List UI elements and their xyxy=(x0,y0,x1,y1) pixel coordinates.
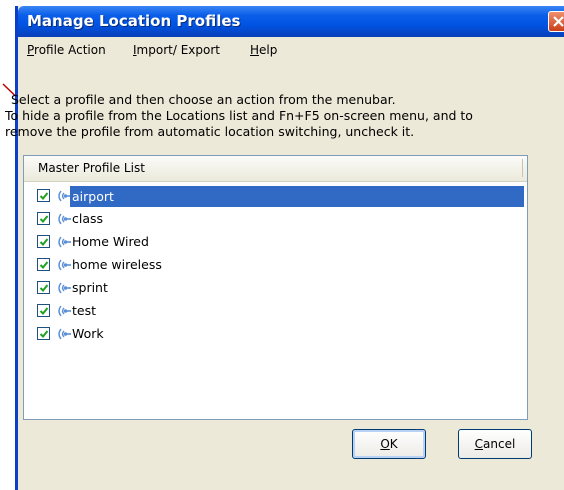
menu-mnemonic: P xyxy=(27,43,35,57)
close-icon xyxy=(553,16,564,27)
profile-row[interactable]: test xyxy=(29,300,524,323)
list-header-label: Master Profile List xyxy=(38,161,145,175)
instruction-line-3: remove the profile from automatic locati… xyxy=(5,124,415,139)
profile-row[interactable]: Home Wired xyxy=(29,231,524,254)
checkmark-icon xyxy=(39,238,49,246)
profile-label: airport xyxy=(70,186,524,207)
close-button[interactable] xyxy=(548,11,564,32)
profile-label: sprint xyxy=(72,280,108,295)
menu-mnemonic: H xyxy=(250,43,260,57)
menu-profile-action[interactable]: Profile Action xyxy=(27,43,106,57)
profile-row[interactable]: Work xyxy=(29,323,524,346)
profile-label: home wireless xyxy=(72,257,162,272)
checkmark-icon xyxy=(39,192,49,200)
cancel-button[interactable]: Cancel xyxy=(458,429,532,459)
profile-checkbox[interactable] xyxy=(37,258,50,271)
profile-checkbox[interactable] xyxy=(37,304,50,317)
instruction-line-2: To hide a profile from the Locations lis… xyxy=(5,108,473,123)
profile-checkbox[interactable] xyxy=(37,235,50,248)
checkmark-icon xyxy=(39,330,49,338)
menu-label: mport/ Export xyxy=(136,43,220,57)
profile-row[interactable]: sprint xyxy=(29,277,524,300)
profile-label: Work xyxy=(72,326,104,341)
checkmark-icon xyxy=(39,307,49,315)
profile-checkbox[interactable] xyxy=(37,189,50,202)
instructions-text: Select a profile and then choose an acti… xyxy=(5,92,545,140)
button-mnemonic: O xyxy=(380,437,390,451)
checkmark-icon xyxy=(39,284,49,292)
checkmark-icon xyxy=(39,261,49,269)
menu-label: elp xyxy=(259,43,278,57)
profile-label: class xyxy=(72,211,104,226)
profile-checkbox[interactable] xyxy=(37,327,50,340)
checkmark-icon xyxy=(39,215,49,223)
column-divider xyxy=(522,159,523,177)
profile-row[interactable]: airport xyxy=(29,185,524,208)
ok-button[interactable]: OK xyxy=(352,429,426,459)
menu-bar: Profile Action Import/ Export Help xyxy=(18,37,564,63)
button-label: K xyxy=(389,437,398,451)
window-title: Manage Location Profiles xyxy=(27,12,241,30)
profile-row[interactable]: class xyxy=(29,208,524,231)
profile-checkbox[interactable] xyxy=(37,281,50,294)
profile-label: Home Wired xyxy=(72,234,149,249)
menu-help[interactable]: Help xyxy=(250,43,277,57)
list-column-header[interactable]: Master Profile List xyxy=(24,156,527,182)
button-mnemonic: C xyxy=(474,437,484,451)
menu-label: rofile Action xyxy=(34,43,106,57)
menu-import-export[interactable]: Import/ Export xyxy=(133,43,220,57)
button-label: ancel xyxy=(483,437,516,451)
profile-row[interactable]: home wireless xyxy=(29,254,524,277)
profile-checkbox[interactable] xyxy=(37,212,50,225)
instruction-line-1: Select a profile and then choose an acti… xyxy=(11,92,396,107)
profile-label: test xyxy=(72,303,97,318)
title-bar[interactable]: Manage Location Profiles xyxy=(18,6,564,37)
master-profile-list[interactable]: Master Profile List airport class Home W… xyxy=(23,155,528,420)
